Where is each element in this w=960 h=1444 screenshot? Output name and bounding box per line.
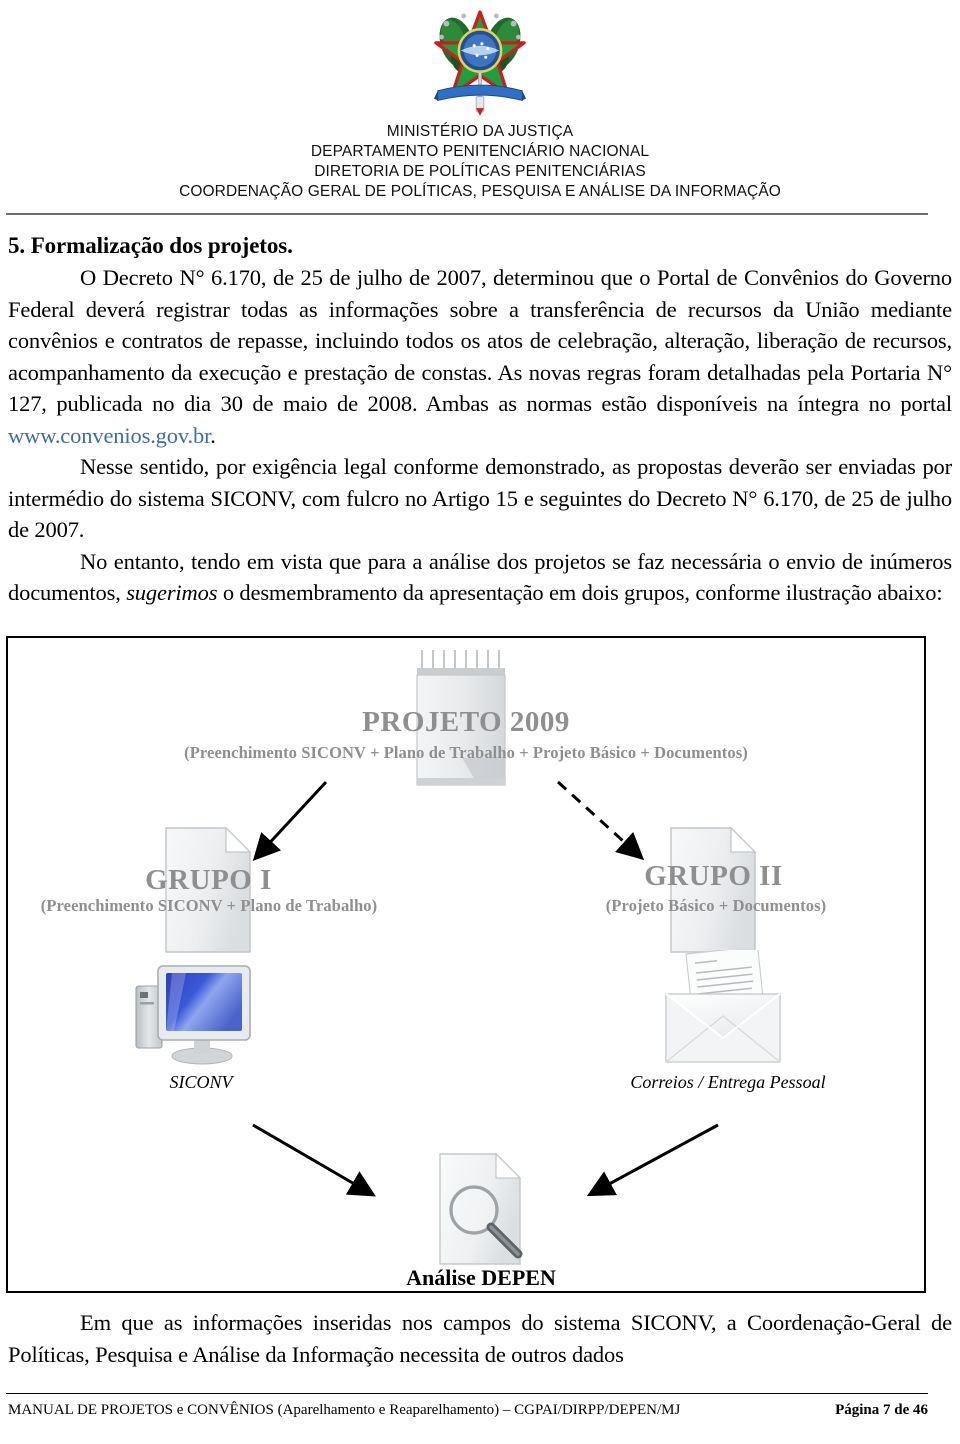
correios-caption: Correios / Entrega Pessoal <box>630 1072 826 1092</box>
projeto-title: PROJETO 2009 <box>362 706 570 738</box>
convenios-portal-link[interactable]: www.convenios.gov.br <box>8 423 210 448</box>
analise-depen-caption: Análise DEPEN <box>406 1265 556 1290</box>
page-title: 5. Formalização dos projetos. <box>8 233 293 258</box>
connector-correios-to-analise <box>586 1123 719 1197</box>
open-envelope-icon <box>665 950 781 1063</box>
grupo-1-title: GRUPO I <box>145 864 272 896</box>
process-flow-diagram: PROJETO 2009 (Preenchimento SICONV + Pla… <box>6 636 926 1293</box>
paragraph-grupos-b: o desmembramento da apresentação em dois… <box>217 580 943 605</box>
grupo-2-subtitle: (Projeto Básico + Documentos) <box>605 896 827 915</box>
desktop-computer-icon <box>135 965 251 1065</box>
page-footer: MANUAL DE PROJETOS e CONVÊNIOS (Aparelha… <box>8 1400 928 1420</box>
document-content: 5. Formalização dos projetos. O Decreto … <box>8 232 952 609</box>
org-line-directorate: DIRETORIA DE POLÍTICAS PENITENCIÁRIAS <box>314 163 646 180</box>
paragraph-decreto: O Decreto N° 6.170, de 25 de julho de 20… <box>8 262 952 451</box>
grupo-1-subtitle: (Preenchimento SICONV + Plano de Trabalh… <box>40 896 378 915</box>
org-line-department: DEPARTAMENTO PENITENCIÁRIO NACIONAL <box>310 143 650 160</box>
brazil-coat-of-arms-icon <box>433 10 527 116</box>
organization-lines: MINISTÉRIO DA JUSTIÇA DEPARTAMENTO PENIT… <box>0 122 960 202</box>
document-content-bottom: Em que as informações inseridas nos camp… <box>8 1307 952 1370</box>
paragraph-siconv: Nesse sentido, por exigência legal confo… <box>8 454 952 542</box>
connector-siconv-to-analise <box>252 1123 376 1197</box>
footer-page-number: Página 7 de 46 <box>835 1402 928 1418</box>
paragraph-decreto-tail: . <box>210 422 216 448</box>
org-line-ministry: MINISTÉRIO DA JUSTIÇA <box>386 123 574 140</box>
document-page: MINISTÉRIO DA JUSTIÇA DEPARTAMENTO PENIT… <box>0 0 960 1444</box>
projeto-subtitle: (Preenchimento SICONV + Plano de Trabalh… <box>184 743 748 762</box>
paragraph-closing: Em que as informações inseridas nos camp… <box>8 1310 952 1367</box>
siconv-caption: SICONV <box>169 1072 233 1092</box>
connector-projeto-to-grupo2 <box>556 780 645 861</box>
paragraph-decreto-text: O Decreto N° 6.170, de 25 de julho de 20… <box>8 265 952 416</box>
grupo-2-title: GRUPO II <box>644 860 783 892</box>
paragraph-grupos: No entanto, tendo em vista que para a an… <box>8 546 952 609</box>
page-header: MINISTÉRIO DA JUSTIÇA DEPARTAMENTO PENIT… <box>0 0 960 202</box>
connector-projeto-to-grupo1 <box>252 780 328 862</box>
footer-manual-title: MANUAL DE PROJETOS e CONVÊNIOS (Aparelha… <box>8 1402 681 1418</box>
paragraph-grupos-emphasis: sugerimos <box>126 580 218 605</box>
org-line-coordination: COORDENAÇÃO GERAL DE POLÍTICAS, PESQUISA… <box>179 183 781 200</box>
header-divider <box>6 213 928 215</box>
document-magnifier-icon <box>439 1152 523 1265</box>
footer-divider <box>6 1393 928 1394</box>
